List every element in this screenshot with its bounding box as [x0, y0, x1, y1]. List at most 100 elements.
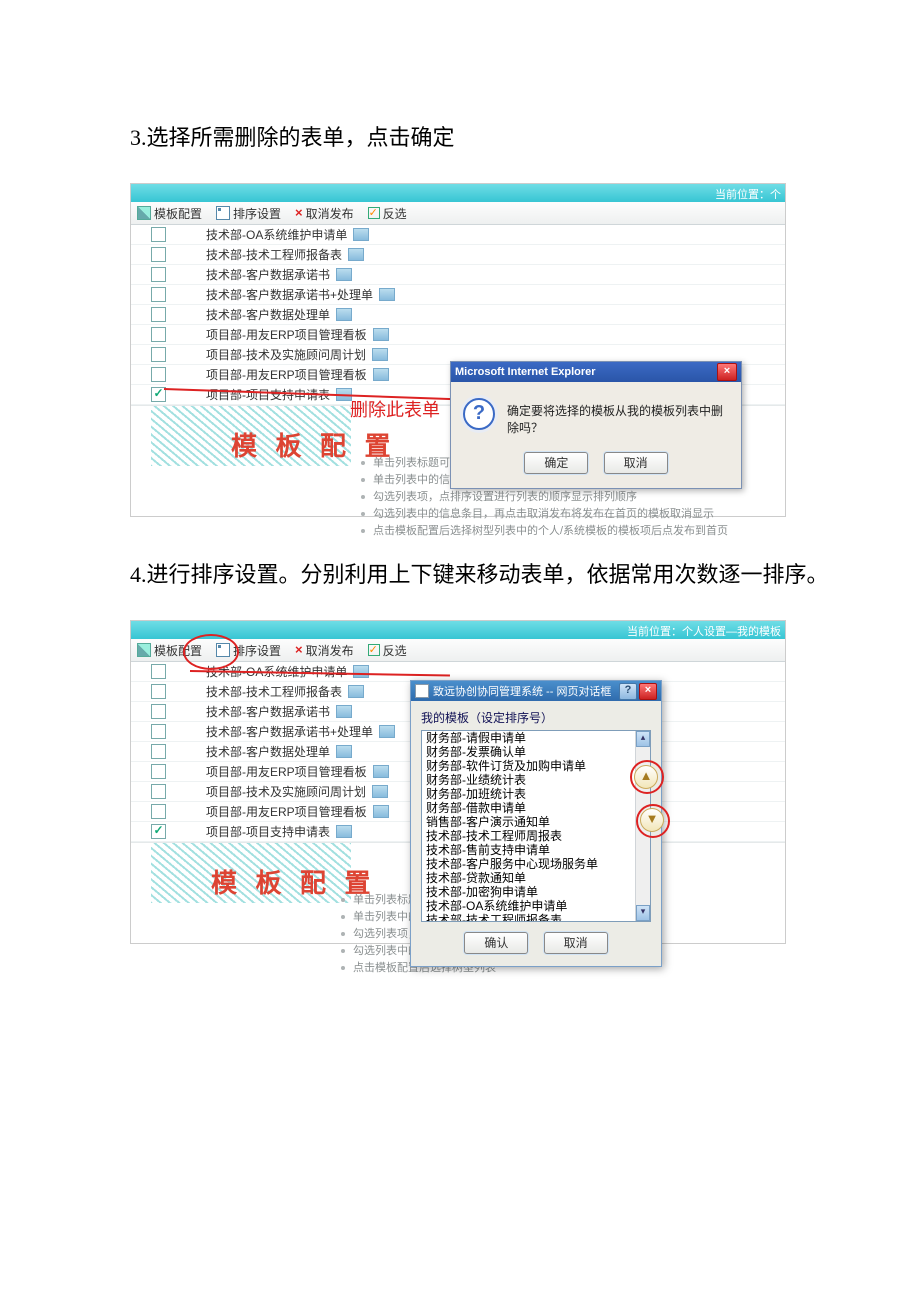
row-name: 项目部-用友ERP项目管理看板 — [206, 366, 367, 383]
cancel-publish-button[interactable]: ×取消发布 — [295, 205, 354, 222]
checkbox[interactable] — [151, 744, 166, 759]
row-name: 技术部-客户数据承诺书+处理单 — [206, 286, 373, 303]
page-icon — [372, 348, 388, 361]
delete-annotation: 删除此表单 — [350, 396, 440, 422]
ie-confirm-dialog: Microsoft Internet Explorer × ? 确定要将选择的模… — [450, 361, 742, 489]
table-row[interactable]: 技术部-客户数据处理单 — [131, 305, 785, 325]
row-name: 技术部-客户数据承诺书 — [206, 703, 330, 720]
checkbox[interactable] — [151, 347, 166, 362]
checkbox[interactable] — [151, 327, 166, 342]
table-row[interactable]: 技术部-客户数据承诺书+处理单 — [131, 285, 785, 305]
page-icon — [373, 328, 389, 341]
list-item[interactable]: 技术部-技术工程师报备表 — [422, 913, 636, 921]
dialog-titlebar: Microsoft Internet Explorer × — [451, 362, 741, 382]
table-row[interactable]: 技术部-技术工程师报备表 — [131, 245, 785, 265]
checkbox[interactable] — [151, 247, 166, 262]
question-icon: ? — [463, 398, 495, 430]
list-item[interactable]: 财务部-加班统计表 — [422, 787, 636, 801]
list-item[interactable]: 技术部-售前支持申请单 — [422, 843, 636, 857]
dialog-titlebar: 致远协创协同管理系统 -- 网页对话框 ?× — [411, 681, 661, 701]
location-label: 当前位置：个人设置—我的模板 — [627, 623, 781, 639]
row-name: 技术部-技术工程师报备表 — [206, 683, 342, 700]
list-item[interactable]: 财务部-业绩统计表 — [422, 773, 636, 787]
checkbox[interactable] — [151, 824, 166, 839]
sort-label: 排序设置 — [233, 642, 281, 659]
sort-dialog-label: 我的模板（设定排序号） — [411, 701, 661, 730]
close-icon[interactable]: × — [639, 683, 657, 700]
row-name: 技术部-客户数据处理单 — [206, 743, 330, 760]
check-icon — [368, 207, 380, 219]
page-icon — [373, 765, 389, 778]
row-name: 项目部-用友ERP项目管理看板 — [206, 326, 367, 343]
invert-select-button[interactable]: 反选 — [368, 205, 407, 222]
list-item[interactable]: 技术部-OA系统维护申请单 — [422, 899, 636, 913]
page-icon — [353, 665, 369, 678]
checkbox[interactable] — [151, 367, 166, 382]
page-icon — [336, 268, 352, 281]
sort-icon — [216, 206, 230, 220]
checkbox[interactable] — [151, 267, 166, 282]
ok-button[interactable]: 确定 — [524, 452, 588, 474]
checkbox[interactable] — [151, 724, 166, 739]
row-name: 技术部-OA系统维护申请单 — [206, 226, 347, 243]
invert-select-button[interactable]: 反选 — [368, 642, 407, 659]
step3-heading: 3.选择所需删除的表单，点击确定 — [130, 120, 920, 155]
page-icon — [348, 685, 364, 698]
sort-settings-button[interactable]: 排序设置 — [216, 205, 281, 222]
dialog-icon — [415, 684, 429, 698]
invert-label: 反选 — [383, 205, 407, 222]
checkbox[interactable] — [151, 684, 166, 699]
list-item[interactable]: 技术部-加密狗申请单 — [422, 885, 636, 899]
checkbox[interactable] — [151, 227, 166, 242]
checkbox[interactable] — [151, 664, 166, 679]
page-icon — [353, 228, 369, 241]
list-item[interactable]: 销售部-客户演示通知单 — [422, 815, 636, 829]
cancel-button[interactable]: 取消 — [604, 452, 668, 474]
list-item[interactable]: 财务部-发票确认单 — [422, 745, 636, 759]
checkbox[interactable] — [151, 307, 166, 322]
list-item[interactable]: 财务部-请假申请单 — [422, 731, 636, 745]
checkbox[interactable] — [151, 804, 166, 819]
screenshot-3: 当前位置：个 模板配置 排序设置 ×取消发布 反选 技术部-OA系统维护申请单技… — [130, 183, 786, 517]
checkbox[interactable] — [151, 287, 166, 302]
scroll-up-icon[interactable]: ▴ — [636, 731, 650, 747]
sort-label: 排序设置 — [233, 205, 281, 222]
page-icon — [336, 308, 352, 321]
help-icon[interactable]: ? — [619, 683, 637, 700]
list-item[interactable]: 技术部-客户服务中心现场服务单 — [422, 857, 636, 871]
toolbar: 模板配置 排序设置 ×取消发布 反选 — [131, 202, 785, 225]
titlebar: 当前位置：个人设置—我的模板 — [131, 621, 785, 639]
row-name: 项目部-项目支持申请表 — [206, 823, 330, 840]
location-label: 当前位置：个 — [715, 186, 781, 202]
template-config-button[interactable]: 模板配置 — [137, 205, 202, 222]
row-name: 技术部-技术工程师报备表 — [206, 246, 342, 263]
cancel-label: 取消发布 — [306, 205, 354, 222]
scroll-down-icon[interactable]: ▾ — [636, 905, 650, 921]
checkbox[interactable] — [151, 764, 166, 779]
close-icon[interactable]: × — [717, 363, 737, 381]
checkbox[interactable] — [151, 784, 166, 799]
page-icon — [373, 805, 389, 818]
list-item[interactable]: 财务部-软件订货及加购申请单 — [422, 759, 636, 773]
ok-button[interactable]: 确认 — [464, 932, 528, 954]
page-icon — [336, 705, 352, 718]
list-item[interactable]: 技术部-技术工程师周报表 — [422, 829, 636, 843]
row-name: 技术部-客户数据承诺书+处理单 — [206, 723, 373, 740]
tip-item: 勾选列表中的信息条目，再点击取消发布将发布在首页的模板取消显示 — [361, 506, 775, 523]
cancel-button[interactable]: 取消 — [544, 932, 608, 954]
page-icon — [372, 785, 388, 798]
config-icon — [137, 643, 151, 657]
checkbox[interactable] — [151, 704, 166, 719]
table-row[interactable]: 技术部-OA系统维护申请单 — [131, 225, 785, 245]
list-item[interactable]: 技术部-贷款通知单 — [422, 871, 636, 885]
dialog-title: 致远协创协同管理系统 -- 网页对话框 — [433, 683, 611, 699]
table-row[interactable]: 项目部-用友ERP项目管理看板 — [131, 325, 785, 345]
titlebar: 当前位置：个 — [131, 184, 785, 202]
table-row[interactable]: 技术部-客户数据承诺书 — [131, 265, 785, 285]
sort-listbox[interactable]: 财务部-请假申请单财务部-发票确认单财务部-软件订货及加购申请单财务部-业绩统计… — [421, 730, 651, 922]
cancel-label: 取消发布 — [306, 642, 354, 659]
cancel-publish-button[interactable]: ×取消发布 — [295, 642, 354, 659]
list-item[interactable]: 财务部-借款申请单 — [422, 801, 636, 815]
invert-label: 反选 — [383, 642, 407, 659]
page-icon — [336, 745, 352, 758]
